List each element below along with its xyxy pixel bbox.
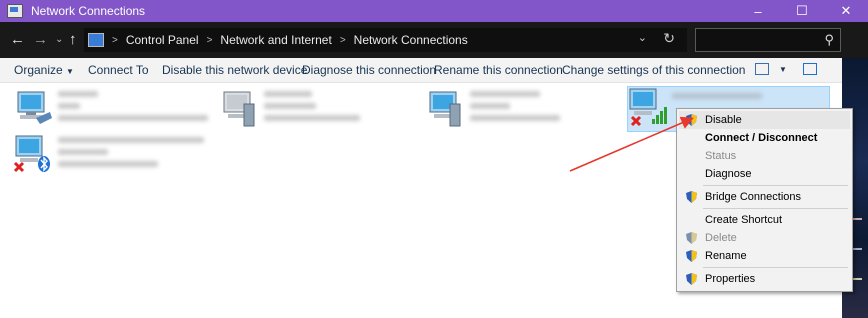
annotation-arrow [569,116,694,172]
